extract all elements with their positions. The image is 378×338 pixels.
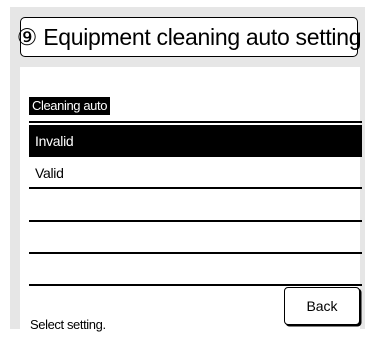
back-button[interactable]: Back — [284, 287, 360, 325]
option-empty-1[interactable] — [29, 189, 362, 221]
option-label: Invalid — [35, 133, 74, 149]
list-top-divider — [29, 121, 362, 123]
option-invalid[interactable]: Invalid — [29, 125, 362, 157]
option-label: Valid — [35, 165, 64, 181]
option-valid[interactable]: Valid — [29, 157, 362, 189]
option-empty-2[interactable] — [29, 222, 362, 254]
title-bar: ⑨ Equipment cleaning auto setting — [16, 17, 362, 57]
option-empty-3[interactable] — [29, 254, 362, 286]
status-message: Select setting. — [30, 317, 106, 332]
section-label-cleaning-auto: Cleaning auto — [29, 97, 111, 115]
page-title: ⑨ Equipment cleaning auto setting — [16, 23, 362, 50]
list-bottom-divider — [29, 284, 362, 286]
